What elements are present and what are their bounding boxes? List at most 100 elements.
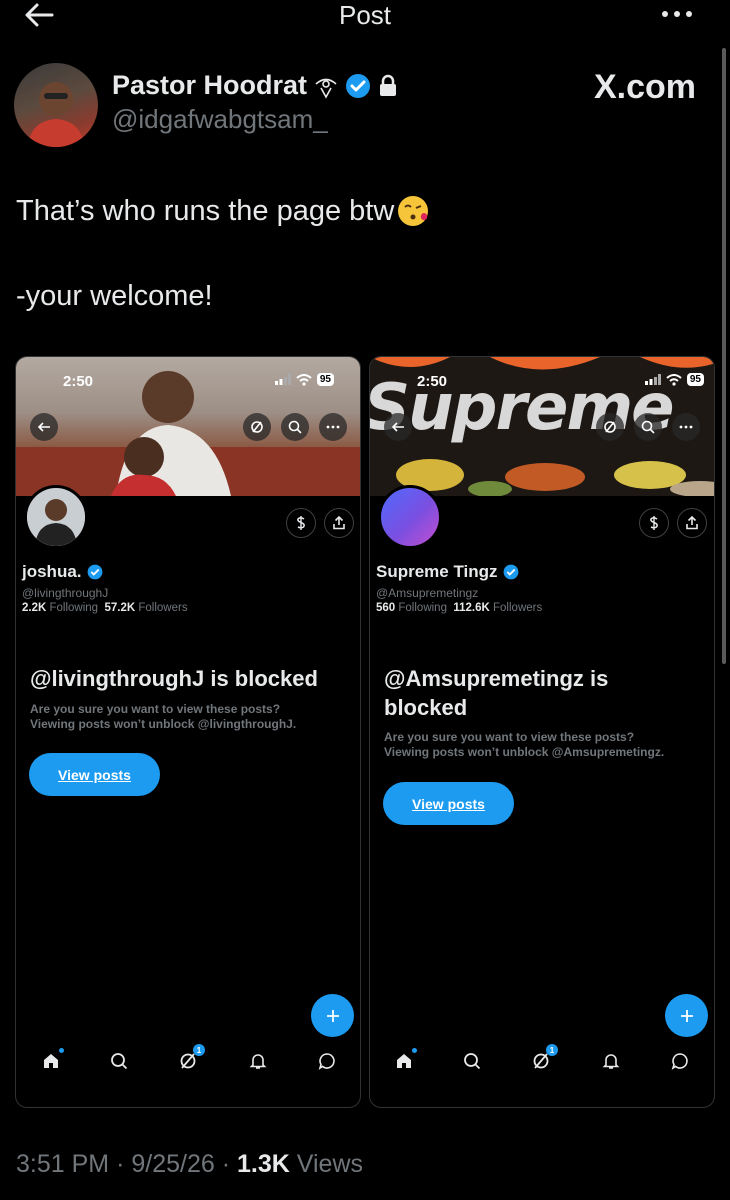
search-button[interactable]	[281, 413, 309, 441]
verified-badge-icon	[503, 564, 518, 580]
following-count: 560	[376, 602, 396, 614]
home-icon	[397, 1054, 411, 1068]
banner-supreme-text: Supreme	[370, 371, 675, 445]
status-time: 2:50	[417, 373, 448, 390]
separator-dot: ·	[221, 1150, 231, 1178]
tab-home[interactable]	[40, 1048, 64, 1072]
tab-notifications[interactable]	[600, 1050, 622, 1072]
wifi-icon	[666, 373, 682, 386]
blocked-message-line1: Are you sure you want to view these post…	[30, 702, 281, 716]
followers-count: 112.6K	[453, 602, 490, 614]
back-button[interactable]	[30, 413, 58, 441]
more-options-icon	[679, 425, 693, 429]
media-image-1[interactable]: 2:50 95 joshua. @livingthroughJ 2.2K Fol…	[15, 356, 361, 1108]
profile-name: Supreme Tingz	[376, 562, 498, 581]
profile-name-row: Supreme Tingz	[376, 562, 519, 582]
tab-messages[interactable]	[316, 1050, 338, 1072]
search-icon	[111, 1053, 128, 1070]
tweet-text: That’s who runs the page btw	[16, 194, 395, 227]
source-watermark: X.com	[593, 68, 696, 106]
chat-icon	[318, 1053, 335, 1070]
author-name-row[interactable]: Pastor Hoodrat	[112, 70, 399, 101]
compose-button[interactable]	[311, 994, 354, 1037]
grok-button[interactable]	[596, 413, 624, 441]
verified-badge-icon	[346, 73, 371, 98]
followers-count: 57.2K	[104, 602, 136, 614]
tip-button[interactable]	[286, 508, 316, 538]
tab-grok[interactable]: 1	[530, 1044, 558, 1072]
share-icon	[686, 516, 698, 530]
following-label: Following	[49, 602, 99, 614]
wifi-icon	[296, 373, 312, 386]
dollar-icon	[650, 516, 658, 530]
share-button[interactable]	[677, 508, 707, 538]
dollar-icon	[297, 516, 305, 530]
signal-icon	[644, 374, 661, 385]
tab-search[interactable]	[461, 1050, 483, 1072]
signal-icon	[274, 374, 291, 385]
tab-messages[interactable]	[669, 1050, 691, 1072]
views-count[interactable]: 1.3K	[237, 1150, 290, 1178]
back-button[interactable]	[384, 413, 412, 441]
notification-badge: 1	[193, 1044, 205, 1056]
page-title: Post	[338, 0, 392, 30]
view-posts-button[interactable]: View posts	[29, 753, 160, 796]
blocked-message-line2: Viewing posts won’t unblock @livingthrou…	[30, 717, 297, 731]
compose-button[interactable]	[665, 994, 708, 1037]
profile-name-row: joshua.	[22, 562, 103, 582]
share-button[interactable]	[324, 508, 354, 538]
blocked-title: @livingthroughJ is blocked	[30, 666, 318, 691]
more-options-icon[interactable]	[660, 4, 694, 24]
tweet-text-line1: That’s who runs the page btw	[16, 194, 430, 228]
share-icon	[333, 516, 345, 530]
battery-indicator: 95	[316, 373, 334, 386]
grok-button[interactable]	[243, 413, 271, 441]
profile-handle: @livingthroughJ	[22, 586, 109, 600]
tab-home[interactable]	[393, 1048, 417, 1072]
grok-icon	[604, 421, 616, 433]
more-button[interactable]	[672, 413, 700, 441]
view-posts-button[interactable]: View posts	[383, 782, 514, 825]
profile-banner: Supreme 2:50 95	[370, 357, 714, 496]
profile-avatar[interactable]	[378, 485, 442, 549]
eye-symbol-icon	[315, 78, 337, 99]
verified-badge-icon	[87, 564, 102, 580]
blocked-message-line1: Are you sure you want to view these post…	[384, 730, 635, 744]
more-button[interactable]	[319, 413, 347, 441]
profile-avatar[interactable]	[24, 485, 88, 549]
tab-search[interactable]	[108, 1050, 130, 1072]
post-time: 3:51 PM	[16, 1150, 110, 1178]
status-icons: 95	[644, 373, 704, 386]
bell-icon	[602, 1054, 620, 1069]
search-icon	[288, 420, 302, 434]
tweet-text-line2: -your welcome!	[16, 280, 213, 312]
home-icon	[44, 1054, 58, 1068]
scrollbar[interactable]	[722, 48, 726, 664]
blocked-title: @Amsupremetingz is blocked	[384, 666, 609, 720]
bell-icon	[249, 1054, 267, 1069]
tab-grok[interactable]: 1	[177, 1044, 205, 1072]
author-name: Pastor Hoodrat	[112, 70, 308, 100]
profile-banner: 2:50 95	[16, 357, 360, 496]
back-arrow-icon	[37, 422, 50, 432]
plus-icon	[326, 1009, 339, 1022]
notification-badge: 1	[546, 1044, 558, 1056]
following-label: Following	[398, 602, 447, 614]
media-image-2[interactable]: Supreme 2:50 95 Supreme Tingz @Amsupreme…	[369, 356, 715, 1108]
post-meta: 3:51 PM · 9/25/26 · 1.3K Views	[16, 1150, 363, 1179]
post-date: 9/25/26	[131, 1150, 215, 1178]
profile-handle: @Amsupremetingz	[376, 586, 479, 600]
search-icon	[641, 420, 655, 434]
plus-icon	[680, 1009, 693, 1022]
views-label: Views	[296, 1150, 364, 1178]
separator-dot: ·	[116, 1150, 125, 1178]
top-bar: Post	[0, 0, 730, 34]
search-button[interactable]	[634, 413, 662, 441]
author-handle[interactable]: @idgafwabgtsam_	[112, 104, 328, 135]
blocked-message-line2: Viewing posts won’t unblock @Amsupremeti…	[384, 745, 665, 759]
tab-notifications[interactable]	[247, 1050, 269, 1072]
author-avatar[interactable]	[14, 63, 98, 147]
tip-button[interactable]	[639, 508, 669, 538]
follow-stats: 560 Following 112.6K Followers	[376, 602, 542, 614]
followers-label: Followers	[138, 602, 188, 614]
